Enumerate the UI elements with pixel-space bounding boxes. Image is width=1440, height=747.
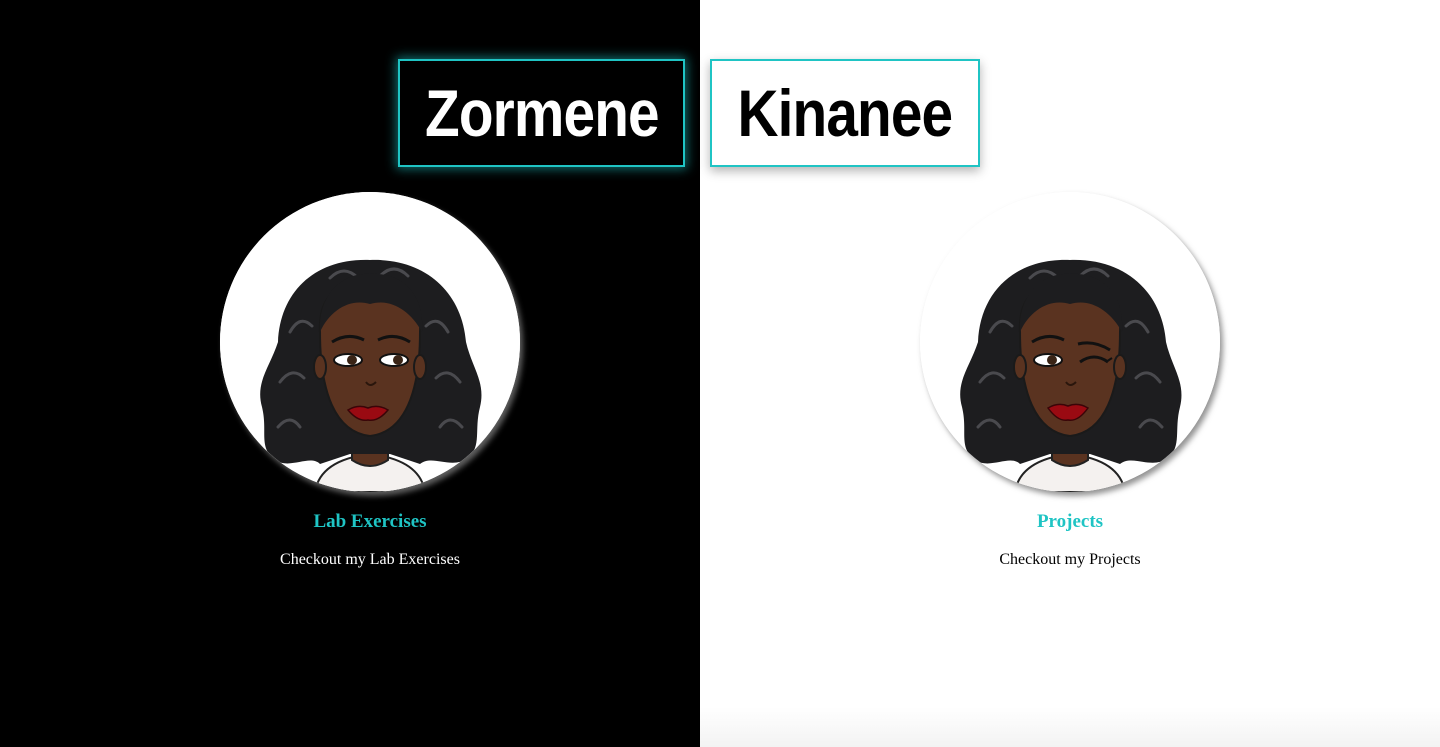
last-name-text: Kinanee [737, 76, 954, 150]
projects-description: Checkout my Projects [999, 551, 1141, 568]
lab-exercises-avatar-link[interactable] [220, 192, 520, 492]
avatar-winking-icon [920, 192, 1220, 492]
lab-exercises-description: Checkout my Lab Exercises [280, 551, 460, 568]
lab-exercises-link[interactable]: Lab Exercises [170, 511, 570, 533]
avatar-smiling-icon [220, 192, 520, 492]
last-name-box: Kinanee [710, 59, 980, 167]
projects-avatar-link[interactable] [920, 192, 1220, 492]
projects-link[interactable]: Projects [870, 511, 1270, 533]
first-name-text: Zormene [424, 76, 660, 150]
bottom-shade [700, 707, 1440, 747]
first-name-box: Zormene [398, 59, 685, 167]
